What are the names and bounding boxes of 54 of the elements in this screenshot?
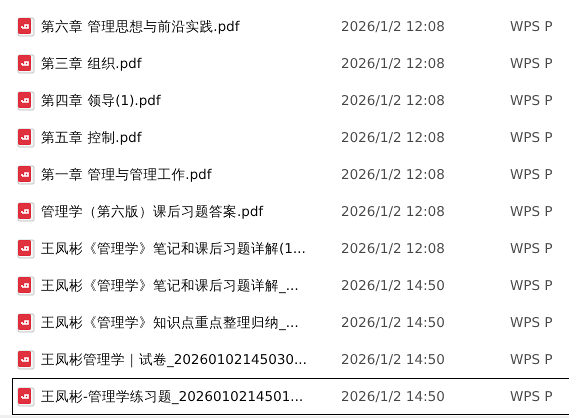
pdf-file-icon bbox=[17, 202, 35, 222]
pdf-file-icon bbox=[17, 90, 35, 110]
file-name: 第四章 领导(1).pdf bbox=[41, 92, 161, 110]
file-type: WPS P bbox=[510, 278, 552, 294]
file-row[interactable]: 王凤彬《管理学》笔记和课后习题详解_... 2026/1/2 14:50 WPS P bbox=[12, 267, 569, 304]
modified-date: 2026/1/2 12:08 bbox=[340, 92, 446, 108]
file-type: WPS P bbox=[510, 130, 552, 146]
pdf-file-icon bbox=[17, 16, 35, 36]
file-name: 王凤彬-管理学练习题_2026010214501... bbox=[41, 388, 304, 406]
pdf-file-icon bbox=[17, 386, 35, 406]
file-type: WPS P bbox=[510, 56, 552, 72]
file-name: 王凤彬《管理学》知识点重点整理归纳_... bbox=[41, 314, 299, 332]
file-name: 王凤彬管理学｜试卷_20260102145030... bbox=[41, 350, 307, 368]
file-row[interactable]: 第四章 领导(1).pdf 2026/1/2 12:08 WPS P bbox=[12, 82, 569, 119]
pdf-file-icon bbox=[17, 164, 35, 184]
modified-date: 2026/1/2 12:08 bbox=[340, 18, 446, 34]
pdf-file-icon bbox=[17, 276, 35, 296]
file-row[interactable]: 王凤彬《管理学》知识点重点整理归纳_... 2026/1/2 14:50 WPS P bbox=[12, 304, 569, 341]
file-type: WPS P bbox=[510, 240, 552, 256]
file-name: 第六章 管理思想与前沿实践.pdf bbox=[41, 18, 240, 36]
file-row[interactable]: 王凤彬管理学｜试卷_20260102145030... 2026/1/2 14:50 WPS P bbox=[12, 341, 569, 378]
file-type: WPS P bbox=[510, 352, 552, 368]
file-row[interactable]: 王凤彬《管理学》笔记和课后习题详解(1... 2026/1/2 12:08 WPS P bbox=[12, 230, 569, 267]
pdf-file-icon bbox=[17, 128, 35, 148]
modified-date: 2026/1/2 12:08 bbox=[340, 240, 446, 256]
modified-date: 2026/1/2 14:50 bbox=[340, 314, 446, 330]
pdf-file-icon bbox=[17, 238, 35, 258]
file-row[interactable]: 第一章 管理与管理工作.pdf 2026/1/2 12:08 WPS P bbox=[12, 156, 569, 193]
pdf-file-icon bbox=[17, 312, 35, 332]
file-name: 第一章 管理与管理工作.pdf bbox=[41, 166, 212, 184]
pdf-file-icon bbox=[17, 54, 35, 74]
file-type: WPS P bbox=[510, 166, 552, 182]
modified-date: 2026/1/2 12:08 bbox=[340, 56, 446, 72]
file-type: WPS P bbox=[510, 18, 552, 34]
file-name: 王凤彬《管理学》笔记和课后习题详解(1... bbox=[41, 240, 306, 258]
file-row[interactable]: 第三章 组织.pdf 2026/1/2 12:08 WPS P bbox=[12, 45, 569, 82]
file-name: 王凤彬《管理学》笔记和课后习题详解_... bbox=[41, 276, 299, 294]
modified-date: 2026/1/2 12:08 bbox=[340, 166, 446, 182]
file-row[interactable]: 第五章 控制.pdf 2026/1/2 12:08 WPS P bbox=[12, 119, 569, 156]
modified-date: 2026/1/2 14:50 bbox=[340, 352, 446, 368]
file-type: WPS P bbox=[510, 388, 552, 404]
file-type: WPS P bbox=[510, 204, 552, 220]
modified-date: 2026/1/2 14:50 bbox=[340, 278, 446, 294]
modified-date: 2026/1/2 12:08 bbox=[340, 204, 446, 220]
file-type: WPS P bbox=[510, 314, 552, 330]
file-type: WPS P bbox=[510, 92, 552, 108]
file-row[interactable]: 第六章 管理思想与前沿实践.pdf 2026/1/2 12:08 WPS P bbox=[12, 8, 569, 45]
file-name: 管理学（第六版）课后习题答案.pdf bbox=[41, 202, 264, 220]
modified-date: 2026/1/2 12:08 bbox=[340, 130, 446, 146]
file-row[interactable]: 管理学（第六版）课后习题答案.pdf 2026/1/2 12:08 WPS P bbox=[12, 193, 569, 230]
file-name: 第五章 控制.pdf bbox=[41, 128, 142, 146]
file-name: 第三章 组织.pdf bbox=[41, 54, 142, 72]
modified-date: 2026/1/2 14:50 bbox=[340, 388, 446, 404]
pdf-file-icon bbox=[17, 350, 35, 370]
